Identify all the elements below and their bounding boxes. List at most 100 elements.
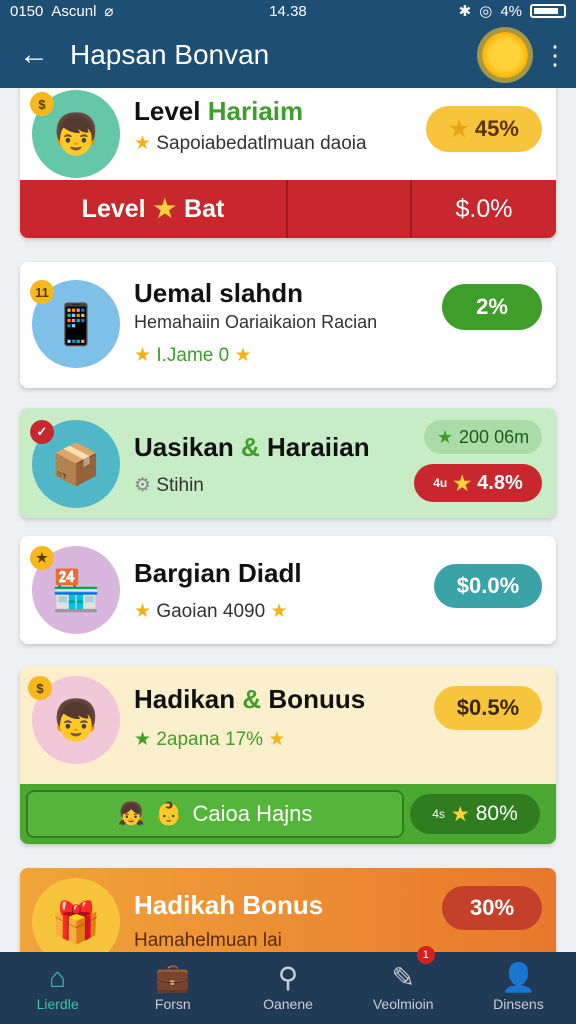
check-badge-icon: ✓ — [30, 420, 54, 444]
card-subtitle-text: Stihin — [156, 475, 204, 496]
child-face-icon: 👧 — [117, 801, 146, 826]
leaf-icon: & — [240, 432, 260, 462]
edit-icon: ✎ — [391, 962, 415, 993]
card-title-part: Uasikan — [134, 432, 234, 462]
bonus-list[interactable]: 👦 $ Level Hariaim ★ Sapoiabedatlmuan dao… — [0, 88, 576, 952]
card-thumbnail: 👦 $ — [28, 676, 120, 764]
card-subtitle-text: Sapoiabedatlmuan daoia — [156, 133, 367, 154]
alarm-icon: ◎ — [479, 3, 493, 20]
card-subtitle-text: Gaoian 4090 — [156, 601, 266, 622]
card-thumbnail: 📦 ✓ — [30, 420, 120, 508]
star-icon: ★ — [450, 802, 470, 826]
strip-label: Level — [81, 194, 146, 223]
carrier-name: Ascunl — [51, 2, 97, 20]
nav-label: Forsn — [154, 996, 191, 1012]
phone-icon: 📱 — [51, 302, 101, 347]
battery-percent: 4% — [500, 2, 522, 20]
card-title: Level Hariaim — [134, 96, 303, 127]
card-subtitle-text: 2apana 17% — [156, 729, 264, 750]
percent-value: 80% — [475, 802, 518, 825]
nav-item-search[interactable]: ⚲ Oanene — [230, 952, 345, 1024]
status-left-text: 0150 — [10, 2, 44, 20]
wifi-icon: ⌀ — [104, 3, 114, 20]
percent-pill[interactable]: $0.5% — [434, 686, 542, 730]
card-subtitle: Hemahaiin Oariaikaion Racian — [134, 312, 378, 332]
percent-pill[interactable]: 4u ★ 4.8% — [414, 464, 542, 502]
bonus-card-shop[interactable]: 🏪 ★ Bargian Diadl ★ Gaoian 4090 ★ $0.0% — [20, 536, 556, 644]
card-thumbnail: 🏪 ★ — [30, 546, 120, 634]
hadikan-strip: 👧 👶 Caioa Hajns 4s ★ 80% — [20, 784, 556, 844]
percent-pill[interactable]: 30% — [442, 886, 542, 930]
star-icon: ★ — [134, 345, 152, 366]
star-icon: ★ — [449, 116, 469, 141]
card-meta: ★ I.Jame 0 ★ — [134, 344, 252, 367]
star-badge-icon: ★ — [30, 546, 54, 570]
nav-item-profile[interactable]: 👤 Dinsens — [461, 952, 576, 1024]
gift-box-icon: 📦 — [51, 442, 101, 487]
nav-label: Lierdle — [36, 996, 79, 1012]
boy-icon: 👦 — [51, 698, 101, 743]
bonus-card-hadikah[interactable]: 🎁 Hadikah Bonus Hamahelmuan lai 30% — [20, 868, 556, 952]
shop-icon: 🏪 — [51, 568, 101, 613]
card-subtitle: ★ Gaoian 4090 ★ — [134, 600, 287, 623]
battery-icon — [530, 4, 566, 18]
coin-badge: 11 — [30, 280, 54, 304]
back-button[interactable]: ← — [14, 35, 54, 75]
gear-icon: ⚙ — [134, 475, 152, 496]
percent-pill[interactable]: $0.0% — [434, 564, 542, 608]
percent-pill[interactable]: 2% — [442, 284, 542, 330]
star-icon: ★ — [234, 345, 252, 366]
back-arrow-icon: ← — [19, 38, 49, 71]
star-icon: ★ — [134, 133, 152, 154]
card-title-highlight: Hariaim — [207, 96, 304, 126]
briefcase-icon: 💼 — [155, 962, 191, 993]
strip-percent-pill[interactable]: 4s ★ 80% — [410, 794, 540, 834]
bonus-card-level[interactable]: 👦 $ Level Hariaim ★ Sapoiabedatlmuan dao… — [20, 88, 556, 238]
star-icon: ★ — [153, 195, 177, 223]
sun-icon[interactable] — [482, 32, 528, 78]
star-icon: ★ — [436, 426, 454, 447]
card-thumbnail: 🎁 — [32, 878, 120, 952]
claim-button[interactable]: 👧 👶 Caioa Hajns — [26, 790, 404, 838]
nav-label: Veolmioin — [372, 996, 434, 1012]
card-title-part: Hadikan — [134, 684, 236, 714]
gift-icon: 🎁 — [51, 900, 101, 945]
star-icon: ★ — [453, 472, 472, 495]
card-subtitle: ★ 2apana 17% ★ — [134, 728, 285, 751]
nav-item-home[interactable]: ⌂ Lierdle — [0, 952, 115, 1024]
pill-prefix: 4s — [432, 807, 445, 821]
profile-icon: 👤 — [500, 962, 536, 993]
card-meta-text: I.Jame 0 — [156, 345, 230, 366]
card-thumbnail: 👦 $ — [30, 90, 120, 178]
status-bar: 0150 Ascunl ⌀ 14.38 ✱ ◎ 4% — [0, 0, 576, 22]
nav-item-briefcase[interactable]: 💼 Forsn — [115, 952, 230, 1024]
baby-face-icon: 👶 — [155, 801, 183, 826]
nav-item-edit[interactable]: 1 ✎ Veolmioin — [346, 946, 461, 1024]
points-pill[interactable]: ★ 200 06m — [424, 420, 542, 454]
percent-pill[interactable]: ★ 45% — [426, 106, 542, 152]
bonus-card-box[interactable]: 📦 ✓ Uasikan & Haraiian ⚙ Stihin ★ 200 06… — [20, 408, 556, 518]
level-strip-button[interactable]: Level ★ Bat — [20, 180, 286, 238]
card-subtitle: Hamahelmuan lai — [134, 930, 282, 951]
card-title-part: Haraiian — [266, 432, 370, 462]
card-title-part: Bonuus — [268, 684, 366, 714]
bonus-card-phone[interactable]: 📱 11 Uemal slahdn Hemahaiin Oariaikaion … — [20, 262, 556, 388]
card-title: Hadikan & Bonuus — [134, 684, 365, 715]
card-thumbnail: 📱 11 — [30, 280, 120, 368]
claim-label: Caioa Hajns — [192, 801, 313, 826]
star-icon: ★ — [268, 729, 286, 750]
coin-badge-icon: $ — [28, 676, 52, 700]
card-subtitle: ⚙ Stihin — [134, 474, 204, 497]
card-subtitle: ★ Sapoiabedatlmuan daoia — [134, 132, 367, 155]
card-title: Hadikah Bonus — [134, 890, 324, 920]
more-options-icon[interactable]: ⋮ — [542, 42, 568, 68]
points-value: 200 06m — [459, 426, 530, 447]
bonus-card-hadikan[interactable]: 👦 $ Hadikan & Bonuus ★ 2apana 17% ★ $0.5… — [20, 666, 556, 844]
level-strip: Level ★ Bat $.0% — [20, 180, 556, 238]
coin-badge: $ — [30, 92, 54, 116]
nav-label: Dinsens — [493, 996, 544, 1012]
app-bar: ← Hapsan Bonvan ⋮ — [0, 22, 576, 88]
search-icon: ⚲ — [277, 962, 299, 993]
strip-divider-cell — [286, 180, 410, 238]
bluetooth-icon: ✱ — [458, 3, 472, 20]
